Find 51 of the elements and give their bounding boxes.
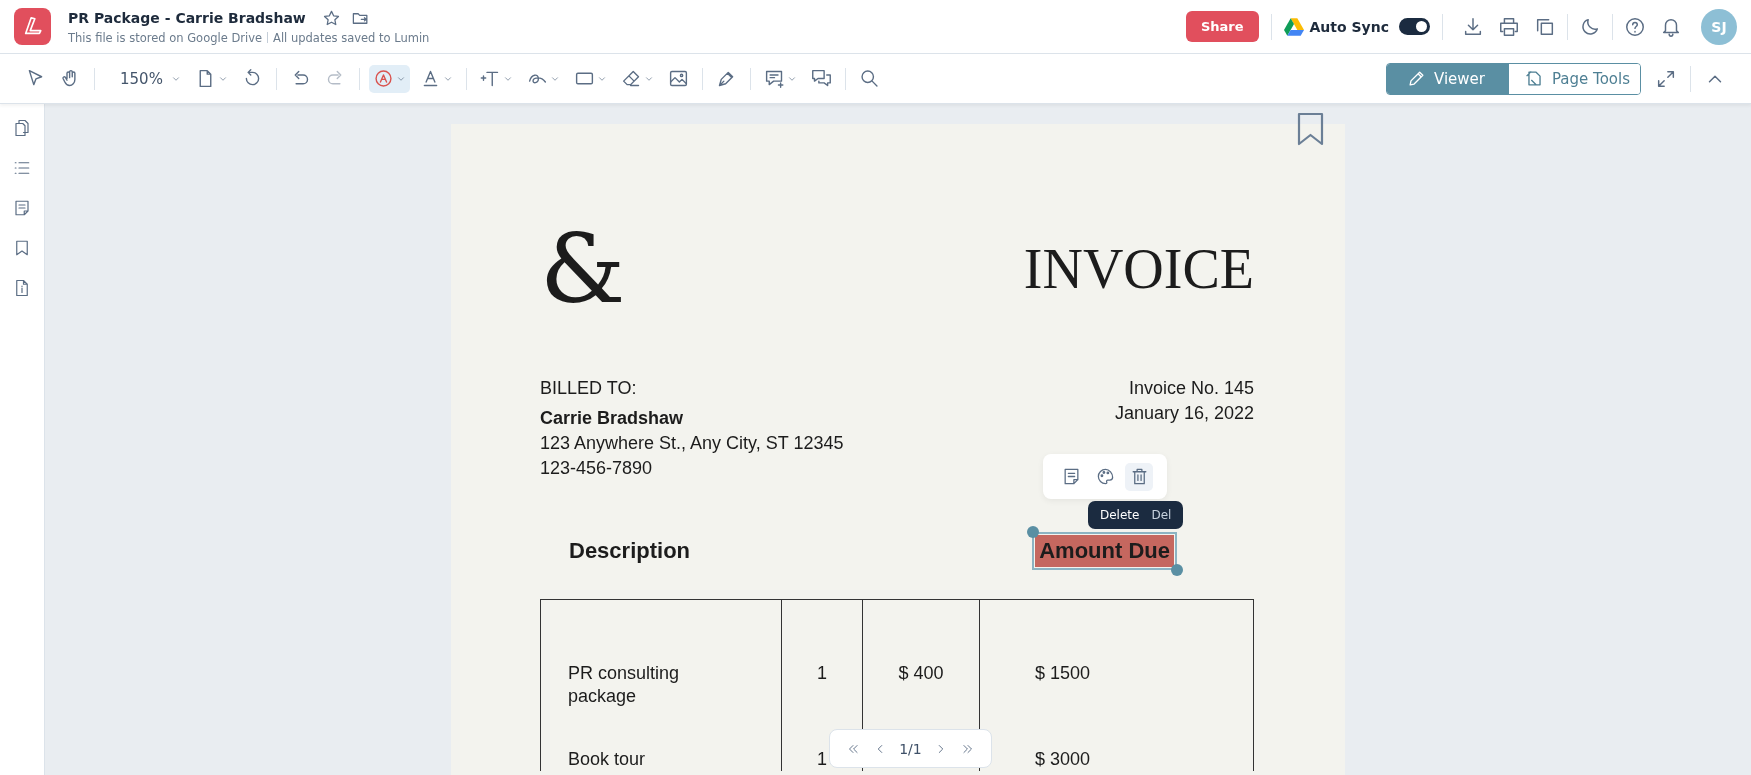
- document-title: PR Package - Carrie Bradshaw: [68, 10, 306, 26]
- palette-icon: [1095, 467, 1115, 486]
- table-cell: $ 1500: [1035, 663, 1091, 683]
- pages-icon[interactable]: [13, 118, 31, 138]
- note-icon[interactable]: [13, 198, 31, 218]
- resize-handle[interactable]: [1027, 526, 1040, 538]
- table-cell: 1: [817, 749, 827, 769]
- zoom-dropdown[interactable]: 150%: [104, 64, 185, 93]
- highlighted-heading[interactable]: Amount Due: [1035, 535, 1174, 567]
- table-cell: $ 400: [898, 663, 944, 683]
- save-status: All updates saved to Lumin: [273, 30, 430, 45]
- page-indicator: 1/1: [899, 740, 922, 757]
- client-address: 123 Anywhere St., Any City, ST 12345: [540, 432, 844, 455]
- invoice-number: Invoice No. 145: [1128, 377, 1254, 400]
- resize-handle[interactable]: [1171, 564, 1183, 576]
- bookmark-icon[interactable]: [1296, 112, 1325, 146]
- comments-icon: [810, 68, 832, 89]
- table-cell: 1: [817, 663, 827, 683]
- table-cell: PR consulting package: [568, 663, 680, 706]
- share-button[interactable]: Share: [1185, 11, 1259, 42]
- page-edit-icon: [1524, 69, 1544, 88]
- billed-to-label: BILLED TO:: [540, 377, 638, 400]
- star-icon[interactable]: [321, 8, 341, 28]
- highlight-icon: [372, 68, 394, 89]
- comment-icon: [763, 68, 785, 89]
- download-icon[interactable]: [1462, 15, 1484, 38]
- client-name: Carrie Bradshaw: [540, 407, 685, 430]
- auto-sync-toggle[interactable]: [1399, 18, 1430, 35]
- logo-mark: &: [540, 221, 626, 317]
- highlight-tool[interactable]: [368, 64, 410, 93]
- invoice-date: January 16, 2022: [1114, 402, 1254, 425]
- print-icon[interactable]: [1498, 15, 1520, 38]
- help-icon[interactable]: [1624, 15, 1646, 38]
- table-cell: $ 3000: [1035, 749, 1091, 769]
- delete-button[interactable]: [1125, 462, 1153, 491]
- description-heading: Description: [569, 538, 691, 564]
- app-logo[interactable]: [14, 8, 51, 45]
- client-phone: 123-456-7890: [540, 457, 654, 480]
- drive-icon: [1283, 17, 1304, 36]
- search-icon: [858, 68, 880, 89]
- image-icon: [667, 68, 689, 89]
- bookmark-icon[interactable]: [13, 238, 31, 258]
- mode-tab[interactable]: Viewer: [1386, 63, 1509, 94]
- eraser-icon: [620, 68, 642, 89]
- tooltip-label: Delete: [1100, 508, 1140, 522]
- auto-sync-label: Auto Sync: [1309, 18, 1389, 35]
- invoice-title: INVOICE: [1023, 237, 1254, 301]
- file-info-icon[interactable]: [13, 278, 31, 298]
- storage-note: This file is stored on Google Drive: [68, 30, 263, 45]
- shortcut-key: Del: [1151, 508, 1172, 522]
- table-cell: Book tour: [568, 749, 646, 769]
